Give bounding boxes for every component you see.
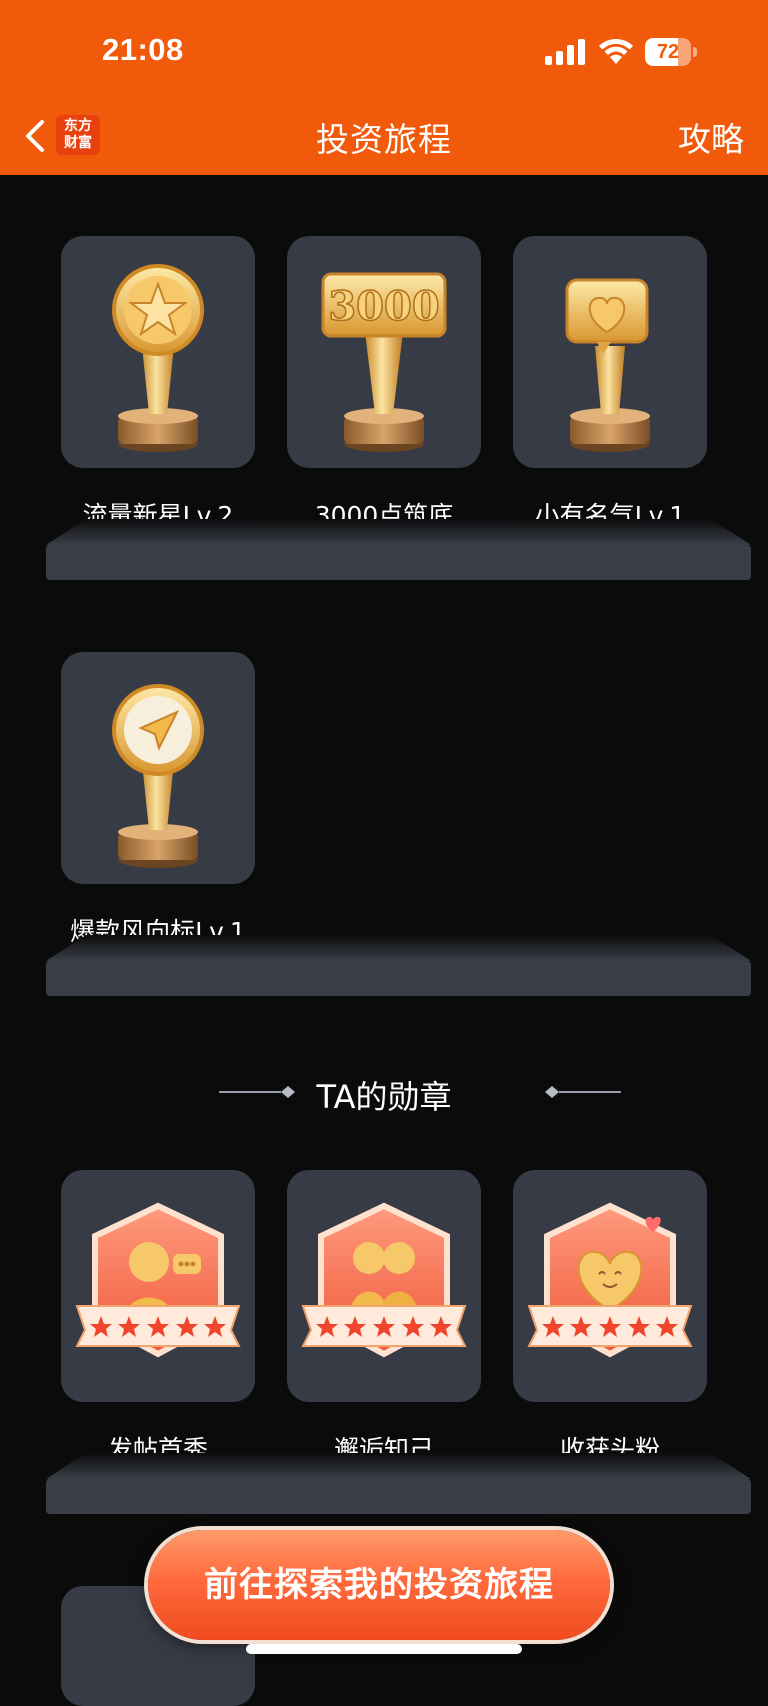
page-title: 投资旅程 <box>316 120 452 159</box>
friends-medal-icon <box>301 1202 467 1358</box>
shelf-1 <box>46 519 751 580</box>
trophy-card-2[interactable]: 3000 <box>287 236 481 468</box>
post-medal-icon <box>75 1202 241 1358</box>
3000-trophy-icon: 3000 <box>321 272 447 452</box>
trophy-plaque-text: 3000 <box>328 283 439 330</box>
trophy-card-1[interactable] <box>61 236 255 468</box>
signal-icon <box>545 39 585 65</box>
status-time: 21:08 <box>102 32 184 67</box>
title-deco-right <box>545 1086 621 1098</box>
heart-trophy-icon <box>565 278 650 452</box>
home-indicator[interactable] <box>246 1644 522 1654</box>
app-header: 21:08 72 东方 财富 投资旅程 攻略 <box>0 0 768 175</box>
star-trophy-icon <box>112 264 204 452</box>
wifi-icon <box>599 38 633 64</box>
arrow-trophy-icon <box>112 684 204 868</box>
trophy-card-4[interactable] <box>61 652 255 884</box>
shelf-2 <box>46 935 751 996</box>
medal-card-3[interactable] <box>513 1170 707 1402</box>
fan-medal-icon <box>527 1202 693 1358</box>
shelf-3 <box>46 1453 751 1514</box>
medal-card-1[interactable] <box>61 1170 255 1402</box>
strategy-link[interactable]: 攻略 <box>678 113 744 161</box>
trophy-card-3[interactable] <box>513 236 707 468</box>
explore-journey-button[interactable]: 前往探索我的投资旅程 <box>148 1530 610 1640</box>
battery-icon: 72 <box>645 38 697 66</box>
medal-card-2[interactable] <box>287 1170 481 1402</box>
battery-level: 72 <box>656 41 680 63</box>
